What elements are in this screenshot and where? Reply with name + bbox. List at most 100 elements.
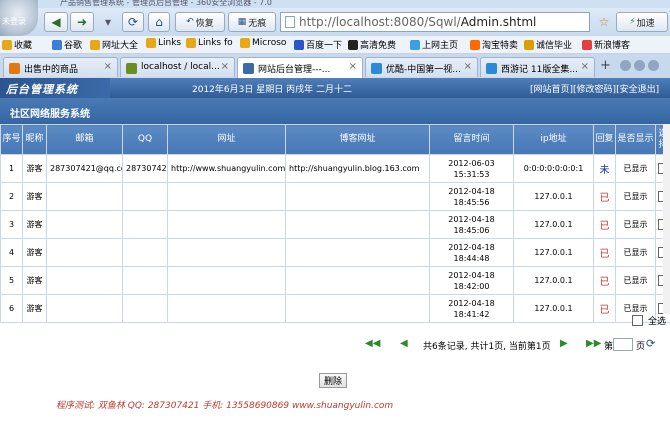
message-table: 序号 昵称 邮箱 QQ 网址 博客网址 留言时间 ip地址 回复 是否显示 选择… xyxy=(0,124,670,323)
bookmark-label: Links fo xyxy=(198,38,233,48)
bookmark-item[interactable]: 高清免费 xyxy=(348,38,396,51)
next-page-icon[interactable]: ▶ xyxy=(560,338,568,349)
refresh-icon: ⟳ xyxy=(127,15,139,29)
bookmark-item[interactable]: 新浪博客 xyxy=(582,38,630,51)
reply-link[interactable]: 已 xyxy=(600,193,610,204)
incognito-button[interactable]: ▦ 无痕 xyxy=(228,12,276,32)
row-nick: 游客 xyxy=(22,154,47,183)
new-tab-button[interactable]: + xyxy=(600,58,611,73)
bookmark-item[interactable]: Links fo xyxy=(186,38,233,48)
tab-active[interactable]: 网站后台管理---... × xyxy=(237,57,363,78)
row-time-text: 18:45:56 xyxy=(453,197,490,207)
row-nick: 游客 xyxy=(22,294,47,323)
back-button[interactable]: ◀ xyxy=(44,12,68,32)
row-show-status[interactable]: 已显示 xyxy=(615,182,656,211)
row-site xyxy=(167,238,286,267)
window-title-bar: 产品销售管理系统 - 管理员后台管理 - 360安全浏览器 - 7.0 xyxy=(0,0,670,8)
bookmark-item[interactable]: Microso xyxy=(240,38,286,48)
page-number-input[interactable] xyxy=(613,338,633,351)
back-arrow-icon: ◀ xyxy=(51,15,61,29)
change-password-link[interactable]: [修改密码] xyxy=(573,85,616,95)
app-header: 后台管理系统 2012年6月3日 星期日 丙戌年 二月十二 [网站首页][修改密… xyxy=(0,78,670,98)
row-blog xyxy=(285,210,430,239)
accelerate-button[interactable]: ⚡ 加速 xyxy=(616,12,668,32)
bookmark-item[interactable]: 网址大全 xyxy=(90,38,138,51)
close-icon[interactable]: × xyxy=(104,61,112,72)
reply-link[interactable]: 已 xyxy=(600,221,610,232)
row-date-text: 2012-04-18 xyxy=(448,214,495,224)
bookmark-item[interactable]: 上网主页 xyxy=(410,38,458,51)
home-button[interactable]: ⌂ xyxy=(148,12,170,32)
logout-link[interactable]: [安全退出] xyxy=(616,85,659,95)
avatar[interactable]: 未登录 xyxy=(0,0,38,36)
logo: 后台管理系统 xyxy=(0,78,110,98)
tab[interactable]: 出售中的商品 × xyxy=(3,57,118,77)
tab-list-button[interactable] xyxy=(648,60,659,71)
bookmark-item[interactable]: 淘宝特卖 xyxy=(470,38,518,51)
row-ip: 127.0.0.1 xyxy=(513,294,594,323)
bookmark-item[interactable]: 收藏 xyxy=(2,38,32,51)
close-icon[interactable]: × xyxy=(349,61,357,72)
dropdown-button[interactable]: ▾ xyxy=(99,12,117,32)
select-all-checkbox[interactable] xyxy=(632,315,643,326)
close-icon[interactable]: × xyxy=(221,61,229,72)
tab[interactable]: 优酷-中国第一视... × xyxy=(365,57,478,77)
row-site xyxy=(167,294,286,323)
row-email xyxy=(46,266,123,295)
reply-link[interactable]: 已 xyxy=(600,249,610,260)
bookmark-label: 百度一下 xyxy=(306,41,343,51)
tab-scroll-left-button[interactable] xyxy=(620,60,631,71)
prev-page-icon[interactable]: ◀ xyxy=(400,338,408,349)
row-show-status[interactable]: 已显示 xyxy=(615,238,656,267)
bookmark-item[interactable]: 百度一下 xyxy=(294,38,342,51)
refresh-button[interactable]: ⟳ xyxy=(122,12,144,32)
col-header-email: 邮箱 xyxy=(46,124,123,155)
row-time: 2012-04-18 18:45:56 xyxy=(429,182,514,211)
row-qq xyxy=(122,210,168,239)
row-time: 2012-04-18 18:45:06 xyxy=(429,210,514,239)
reply-link[interactable]: 已 xyxy=(600,277,610,288)
star-icon: ☆ xyxy=(598,15,610,29)
home-link[interactable]: [网站首页] xyxy=(530,85,573,95)
bookmark-icon xyxy=(240,38,250,48)
row-nick: 游客 xyxy=(22,266,47,295)
tab[interactable]: 西游记 11版全集... × xyxy=(480,57,595,77)
col-header-time: 留言时间 xyxy=(429,124,514,155)
reply-link[interactable]: 未 xyxy=(600,165,610,176)
lightning-icon: ⚡ xyxy=(629,17,636,27)
address-bar[interactable]: http://localhost:8080/Sqwl/Admin.shtml xyxy=(280,12,590,32)
bookmark-item[interactable]: Links xyxy=(146,38,181,48)
bookmark-label: 谷歌 xyxy=(64,41,83,51)
row-no: 4 xyxy=(0,238,23,267)
tab[interactable]: localhost / local... × xyxy=(120,57,235,77)
reply-link[interactable]: 已 xyxy=(600,305,610,316)
bookmark-item[interactable]: 诚信毕业 xyxy=(524,38,572,51)
row-show-status[interactable]: 已显示 xyxy=(615,266,656,295)
scrollbar[interactable] xyxy=(663,124,670,314)
row-show-status[interactable]: 已显示 xyxy=(615,154,656,183)
restore-button[interactable]: ↶ 恢复 xyxy=(175,12,225,32)
row-ip: 127.0.0.1 xyxy=(513,210,594,239)
first-page-icon[interactable]: ◀◀ xyxy=(365,338,380,349)
col-header-show: 是否显示 xyxy=(615,124,656,155)
tab-label: 网站后台管理---... xyxy=(258,65,331,75)
last-page-icon[interactable]: ▶▶ xyxy=(586,338,601,349)
row-time-text: 18:45:06 xyxy=(453,225,490,235)
row-no: 3 xyxy=(0,210,23,239)
tab-scroll-right-button[interactable] xyxy=(634,60,645,71)
go-icon[interactable]: ⟳ xyxy=(646,337,655,350)
forward-button[interactable]: ➜ xyxy=(70,12,94,32)
row-show-status[interactable]: 已显示 xyxy=(615,210,656,239)
close-icon[interactable]: × xyxy=(464,61,472,72)
select-all[interactable]: 全选 xyxy=(632,314,666,327)
bookmark-item[interactable]: 谷歌 xyxy=(52,38,82,51)
select-all-label: 全选 xyxy=(648,317,667,327)
row-email: 287307421@qq.com xyxy=(46,154,123,183)
col-header-blog: 博客网址 xyxy=(285,124,430,155)
url-host: http://localhost xyxy=(299,15,390,29)
bookmark-label: 网址大全 xyxy=(102,41,139,51)
delete-button[interactable]: 删除 xyxy=(319,373,347,388)
favorite-star-button[interactable]: ☆ xyxy=(594,12,614,32)
close-icon[interactable]: × xyxy=(581,61,589,72)
row-email xyxy=(46,238,123,267)
